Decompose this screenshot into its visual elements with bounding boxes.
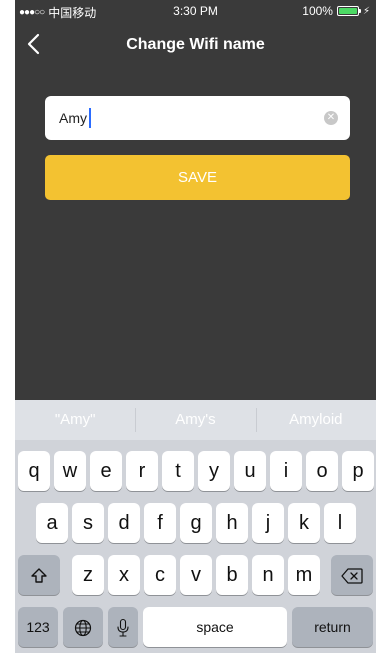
key-f[interactable]: f [144, 503, 176, 543]
suggestion-3[interactable]: Amyloid [255, 400, 376, 440]
battery-icon [336, 6, 361, 16]
key-u[interactable]: u [234, 451, 266, 491]
phone-screen: ●●●○○ 中国移动 3:30 PM 100% ⚡ Change Wifi na… [15, 0, 376, 653]
key-a[interactable]: a [36, 503, 68, 543]
numbers-key[interactable]: 123 [18, 607, 58, 647]
key-t[interactable]: t [162, 451, 194, 491]
suggestion-1[interactable]: "Amy" [15, 400, 135, 440]
bolt-icon: ⚡ [362, 5, 370, 17]
key-x[interactable]: x [108, 555, 140, 595]
key-y[interactable]: y [198, 451, 230, 491]
key-h[interactable]: h [216, 503, 248, 543]
key-p[interactable]: p [342, 451, 374, 491]
shift-icon[interactable] [18, 555, 60, 595]
key-j[interactable]: j [252, 503, 284, 543]
navigation-bar: Change Wifi name [15, 22, 376, 66]
return-key[interactable]: return [292, 607, 373, 647]
space-key[interactable]: space [143, 607, 287, 647]
key-g[interactable]: g [180, 503, 212, 543]
page-title: Change Wifi name [126, 36, 265, 53]
key-row-3: z x c v b n m [15, 555, 376, 597]
key-q[interactable]: q [18, 451, 50, 491]
key-i[interactable]: i [270, 451, 302, 491]
text-caret [89, 108, 91, 128]
key-v[interactable]: v [180, 555, 212, 595]
key-b[interactable]: b [216, 555, 248, 595]
suggestion-bar: "Amy" Amy's Amyloid [15, 400, 376, 440]
key-e[interactable]: e [90, 451, 122, 491]
globe-icon[interactable] [63, 607, 103, 647]
backspace-icon[interactable] [331, 555, 373, 595]
key-n[interactable]: n [252, 555, 284, 595]
microphone-icon[interactable] [108, 607, 138, 647]
key-row-4: 123 space return [15, 607, 376, 649]
save-button[interactable]: SAVE [45, 155, 350, 200]
key-z[interactable]: z [72, 555, 104, 595]
key-d[interactable]: d [108, 503, 140, 543]
key-row-2: a s d f g h j k l [15, 503, 376, 545]
wifi-name-field[interactable]: ✕ [45, 96, 350, 140]
key-r[interactable]: r [126, 451, 158, 491]
keyboard: "Amy" Amy's Amyloid q w e r t y u i o p … [15, 400, 376, 653]
key-w[interactable]: w [54, 451, 86, 491]
wifi-name-input[interactable] [59, 107, 309, 129]
battery-percent: 100% [302, 4, 333, 18]
key-l[interactable]: l [324, 503, 356, 543]
status-right: 100% ⚡ [302, 4, 370, 18]
key-s[interactable]: s [72, 503, 104, 543]
key-o[interactable]: o [306, 451, 338, 491]
key-c[interactable]: c [144, 555, 176, 595]
suggestion-2[interactable]: Amy's [135, 400, 255, 440]
key-m[interactable]: m [288, 555, 320, 595]
key-k[interactable]: k [288, 503, 320, 543]
status-bar: ●●●○○ 中国移动 3:30 PM 100% ⚡ [15, 0, 376, 22]
key-row-1: q w e r t y u i o p [15, 451, 376, 493]
clear-icon[interactable]: ✕ [324, 111, 338, 125]
